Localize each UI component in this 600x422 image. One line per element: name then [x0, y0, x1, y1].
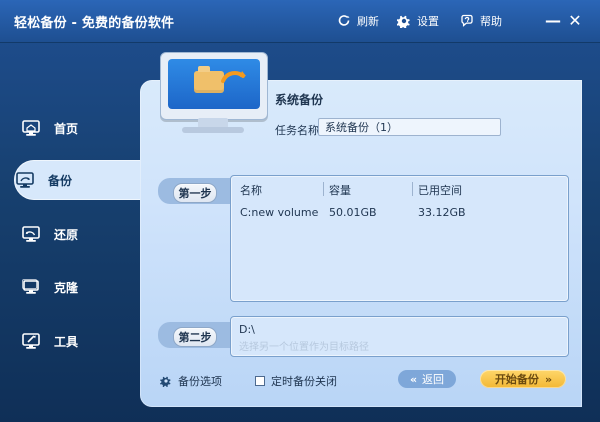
monitor-base	[182, 127, 244, 133]
folder-icon	[194, 66, 224, 93]
table-row-name[interactable]: C:new volume	[240, 206, 318, 219]
destination-hint: 选择另一个位置作为目标路径	[239, 342, 369, 353]
monitor-backup-icon	[14, 169, 36, 191]
sidebar-item-label: 克隆	[54, 280, 79, 295]
task-name-label: 任务名称	[275, 124, 319, 137]
step2-button[interactable]: 第二步	[173, 327, 217, 347]
app-window: 轻松备份 - 免费的备份软件 刷新 设置 帮助 — ✕ 首页 备份 还原 克隆 …	[0, 0, 600, 422]
settings-button[interactable]: 设置	[396, 12, 439, 30]
minimize-icon: —	[545, 10, 561, 30]
gear-icon	[160, 375, 172, 388]
start-backup-button[interactable]: 开始备份 »	[480, 370, 566, 388]
column-header-capacity: 容量	[329, 184, 351, 197]
table-row-used[interactable]: 33.12GB	[418, 206, 466, 219]
gear-icon	[396, 14, 411, 29]
refresh-label: 刷新	[357, 15, 379, 28]
checkbox-icon	[255, 376, 265, 386]
sidebar-item-label: 工具	[54, 334, 79, 349]
arrow-icon	[221, 71, 246, 83]
minimize-button[interactable]: —	[543, 10, 563, 30]
refresh-button[interactable]: 刷新	[337, 12, 379, 30]
refresh-icon	[337, 14, 351, 28]
destination-path: D:\	[239, 323, 255, 336]
column-separator	[412, 182, 413, 196]
column-separator	[323, 182, 324, 196]
task-name-field[interactable]: 系统备份（1）	[318, 118, 501, 136]
monitor-clone-icon	[20, 276, 42, 298]
column-header-used: 已用空间	[418, 184, 462, 197]
double-chevron-left-icon: «	[409, 372, 417, 386]
column-header-name: 名称	[240, 184, 262, 197]
backup-options[interactable]: 备份选项	[160, 373, 222, 389]
sidebar-item-home[interactable]: 首页	[20, 108, 140, 148]
hero-illustration	[160, 52, 270, 133]
help-button[interactable]: 帮助	[460, 12, 502, 30]
close-button[interactable]: ✕	[565, 10, 585, 30]
double-chevron-right-icon: »	[544, 372, 552, 386]
sidebar-item-tools[interactable]: 工具	[20, 321, 140, 361]
monitor-illustration	[160, 52, 268, 120]
sidebar-item-label: 首页	[54, 121, 79, 136]
monitor-tools-icon	[20, 330, 42, 352]
sidebar-item-restore[interactable]: 还原	[20, 214, 140, 254]
help-bubble-icon	[460, 14, 474, 28]
section-title: 系统备份	[275, 93, 324, 107]
backup-options-label: 备份选项	[178, 375, 222, 388]
monitor-restore-icon	[20, 223, 42, 245]
title-bar: 轻松备份 - 免费的备份软件 刷新 设置 帮助 — ✕	[0, 0, 600, 43]
close-icon: ✕	[568, 10, 582, 30]
settings-label: 设置	[417, 15, 439, 28]
sidebar-item-label: 还原	[54, 227, 79, 242]
sidebar-item-label: 备份	[48, 173, 73, 188]
table-row-capacity[interactable]: 50.01GB	[329, 206, 377, 219]
window-title: 轻松备份 - 免费的备份软件	[14, 16, 175, 31]
help-label: 帮助	[480, 15, 502, 28]
back-label: 返回	[422, 373, 445, 386]
monitor-home-icon	[20, 117, 42, 139]
step1-button[interactable]: 第一步	[173, 183, 217, 203]
source-table	[230, 175, 569, 302]
step2-label: 第二步	[178, 331, 212, 344]
back-button[interactable]: « 返回	[398, 370, 456, 388]
sidebar-item-clone[interactable]: 克隆	[20, 267, 140, 307]
start-backup-label: 开始备份	[494, 373, 539, 386]
step1-label: 第一步	[178, 187, 212, 200]
shutdown-label: 定时备份关闭	[271, 375, 337, 388]
sidebar-item-backup[interactable]: 备份	[14, 160, 154, 200]
shutdown-checkbox[interactable]: 定时备份关闭	[255, 373, 337, 389]
sidebar: 首页 备份 还原 克隆 工具	[0, 42, 154, 422]
